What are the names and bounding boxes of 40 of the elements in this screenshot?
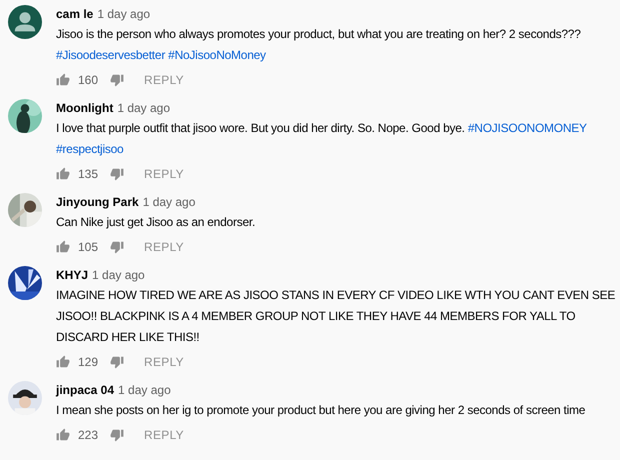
- comment-text: IMAGINE HOW TIRED WE ARE AS JISOO STANS IN EVERY CF VIDEO LIKE WTH YOU CANT EVEN SEE JISOO!! BLACKPINK IS A 4 MEMBER GROUP NOT LIKE THEY HAVE 44 MEMBERS FOR YALL TO DISCARD HER LIKE THIS!!: [56, 287, 616, 346]
- like-count: 160: [78, 72, 100, 89]
- reply-button[interactable]: REPLY: [144, 353, 184, 371]
- comment-text: Jisoo is the person who always promotes your product, but what you are treating on her? 2 seconds??? #Jisoodeservesbetter #NoJisooNoMoney: [56, 26, 582, 64]
- comment-text: I mean she posts on her ig to promote your product but here you are giving her 2 seconds of screen time: [56, 402, 586, 419]
- hashtag-link[interactable]: #NOJISOONOMONEY: [468, 121, 587, 135]
- author-name[interactable]: Moonlight: [56, 99, 114, 117]
- hashtag-link[interactable]: #Jisoodeservesbetter: [56, 48, 166, 62]
- author-name[interactable]: KHYJ: [56, 266, 88, 284]
- timestamp[interactable]: 1 day ago: [142, 193, 196, 211]
- thumbs-down-icon[interactable]: [110, 355, 124, 369]
- thumbs-up-icon[interactable]: [56, 428, 70, 442]
- author-name[interactable]: cam le: [56, 5, 94, 23]
- hashtag-link[interactable]: #NoJisooNoMoney: [168, 48, 266, 62]
- timestamp[interactable]: 1 day ago: [117, 99, 170, 117]
- thumbs-down-icon[interactable]: [110, 240, 124, 254]
- author-name[interactable]: jinpaca 04: [56, 381, 114, 399]
- thumbs-up-icon[interactable]: [56, 167, 70, 181]
- thumbs-down-icon[interactable]: [110, 73, 124, 87]
- reply-button[interactable]: REPLY: [144, 165, 184, 183]
- like-count: 223: [78, 427, 100, 444]
- timestamp[interactable]: 1 day ago: [118, 381, 171, 399]
- reply-button[interactable]: REPLY: [144, 71, 184, 89]
- like-count: 129: [78, 354, 100, 371]
- reply-button[interactable]: REPLY: [144, 426, 184, 444]
- like-count: 105: [78, 239, 100, 256]
- reply-button[interactable]: REPLY: [144, 238, 184, 256]
- thumbs-down-icon[interactable]: [110, 167, 124, 181]
- hashtag-link[interactable]: #respectjisoo: [56, 142, 124, 156]
- timestamp[interactable]: 1 day ago: [92, 266, 145, 284]
- thumbs-down-icon[interactable]: [110, 428, 124, 442]
- thumbs-up-icon[interactable]: [56, 355, 70, 369]
- like-count: 135: [78, 166, 100, 183]
- comment-text: Can Nike just get Jisoo as an endorser.: [56, 214, 256, 231]
- avatar-icon[interactable]: [8, 5, 42, 39]
- thumbs-up-icon[interactable]: [56, 73, 70, 87]
- timestamp[interactable]: 1 day ago: [97, 5, 150, 23]
- thumbs-up-icon[interactable]: [56, 240, 70, 254]
- comment-text: I love that purple outfit that jisoo wore. But you did her dirty. So. Nope. Good bye. #NOJISOONOMONEY #respectjisoo: [56, 120, 588, 158]
- author-name[interactable]: Jinyoung Park: [56, 193, 139, 211]
